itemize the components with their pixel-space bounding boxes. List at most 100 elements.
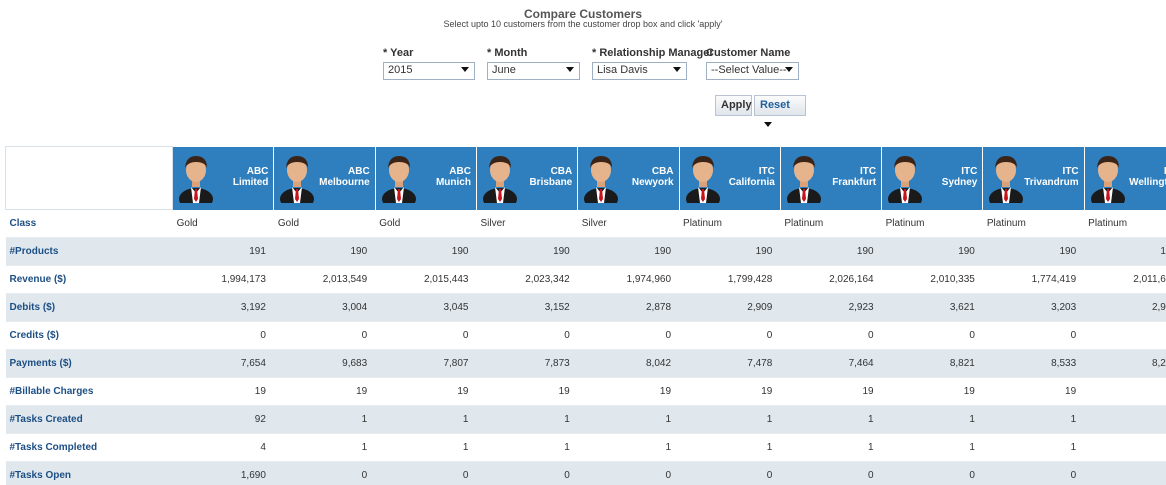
comparison-table-container[interactable]: ABC Limited ABC Melbourne ABC Munich CBA… [5,146,1166,485]
table-cell: Platinum [982,209,1085,238]
row-label: Debits ($) [5,293,173,322]
table-cell: 1 [780,405,882,434]
manager-filter: * Relationship Manager Lisa Davis [592,47,714,80]
customer-name: ITC Sydney [941,165,978,188]
reset-button[interactable]: Reset [754,95,806,127]
table-row: #Tasks Created92111111111 [5,405,1166,434]
table-cell: 19 [577,377,680,406]
table-cell: 7,654 [172,349,274,378]
customer-avatar-icon [178,153,214,210]
apply-button[interactable]: Apply [715,95,752,116]
table-cell: 0 [476,461,578,485]
table-cell: 0 [881,321,983,350]
table-cell: 1 [1084,405,1166,434]
customer-header-cell: ITC Sydney [881,146,983,210]
table-cell: 8,042 [577,349,680,378]
chevron-down-icon [566,67,574,72]
table-cell: 0 [679,461,781,485]
year-filter: * Year 2015 [383,47,475,80]
row-label: #Tasks Completed [5,433,173,462]
table-cell: 0 [679,321,781,350]
table-row: Class Gold Gold Gold Silver Silver Platinum Pla… [5,209,1166,238]
table-cell: 1 [577,433,680,462]
table-cell: 19 [1084,377,1166,406]
month-label: * Month [487,47,528,59]
comparison-table: ABC Limited ABC Melbourne ABC Munich CBA… [5,146,1166,485]
table-cell: 1 [375,433,477,462]
customer-name: ITC California [728,165,775,188]
table-cell: Platinum [780,209,882,238]
table-cell: 3,203 [982,293,1085,322]
customer-header-cell: ABC Limited [172,146,274,210]
month-select[interactable]: June [487,62,580,80]
manager-value: Lisa Davis [597,64,648,76]
customer-header-cell: CBA Brisbane [475,146,578,210]
table-cell: 0 [577,321,680,350]
table-cell: Silver [577,209,680,238]
corner-cell [5,146,174,210]
table-cell: Platinum [881,209,983,238]
table-cell: 1,690 [172,461,274,485]
year-value: 2015 [388,64,413,76]
table-cell: 0 [375,461,477,485]
table-cell: 190 [476,237,578,266]
chevron-down-icon [673,67,681,72]
reset-label: Reset [760,99,790,111]
customer-avatar-icon [583,153,619,210]
table-row: #Tasks Open1,690000000000 [5,461,1166,485]
customer-header-cell: ITC Wellington [1083,146,1166,210]
comparison-table-body: Class Gold Gold Gold Silver Silver Platinum Pla… [5,209,1166,485]
table-cell: 1 [881,405,983,434]
customer-avatar-icon [685,153,721,210]
table-cell: 3,621 [881,293,983,322]
table-cell: 19 [679,377,781,406]
table-cell: 0 [476,321,578,350]
table-cell: Gold [172,209,274,238]
table-cell: 0 [780,321,882,350]
year-select[interactable]: 2015 [383,62,475,80]
table-cell: 3,045 [375,293,477,322]
table-cell: 1 [273,405,376,434]
table-cell: 1 [476,433,578,462]
customer-avatar-icon [786,153,822,210]
table-cell: 1 [375,405,477,434]
manager-label: * Relationship Manager [592,47,714,59]
table-cell: 3,004 [273,293,376,322]
table-cell: 92 [172,405,274,434]
caret-down-icon [764,121,772,127]
customer-header-cell: ITC California [678,146,781,210]
customer-header-cell: CBA Newyork [577,146,680,210]
customer-avatar-icon [1090,153,1126,210]
table-row: Payments ($) 7,654 9,683 7,807 7,873 8,042 7,4… [5,349,1166,378]
table-cell: 0 [881,461,983,485]
table-cell: 7,478 [679,349,781,378]
customer-avatar-icon [381,153,417,210]
table-cell: 4 [172,433,274,462]
table-row: #Products191190190190190190190190190190 [5,237,1166,266]
table-cell: 0 [375,321,477,350]
manager-select[interactable]: Lisa Davis [592,62,687,80]
table-cell: 1 [476,405,578,434]
page-subtitle: Select upto 10 customers from the custom… [443,19,723,29]
customer-avatar-icon [988,153,1024,210]
table-cell: 190 [1084,237,1166,266]
row-label: #Tasks Open [5,461,173,485]
table-cell: 2,026,164 [780,265,882,294]
customer-avatar-icon [887,153,923,210]
table-cell: 1 [679,405,781,434]
table-cell: 190 [780,237,882,266]
table-cell: 0 [780,461,882,485]
table-cell: 2,015,443 [375,265,477,294]
customer-name: ITC Wellington [1129,166,1166,188]
table-cell: 8,533 [982,349,1085,378]
table-cell: 190 [679,237,781,266]
table-cell: 19 [780,377,882,406]
table-cell: 190 [881,237,983,266]
chevron-down-icon [461,67,469,72]
table-cell: 7,807 [375,349,477,378]
row-label: #Tasks Created [5,405,173,434]
table-cell: 8,821 [881,349,983,378]
customer-select[interactable]: --Select Value-- [706,62,799,80]
table-cell: 3,152 [476,293,578,322]
customer-avatar-icon [482,153,518,210]
